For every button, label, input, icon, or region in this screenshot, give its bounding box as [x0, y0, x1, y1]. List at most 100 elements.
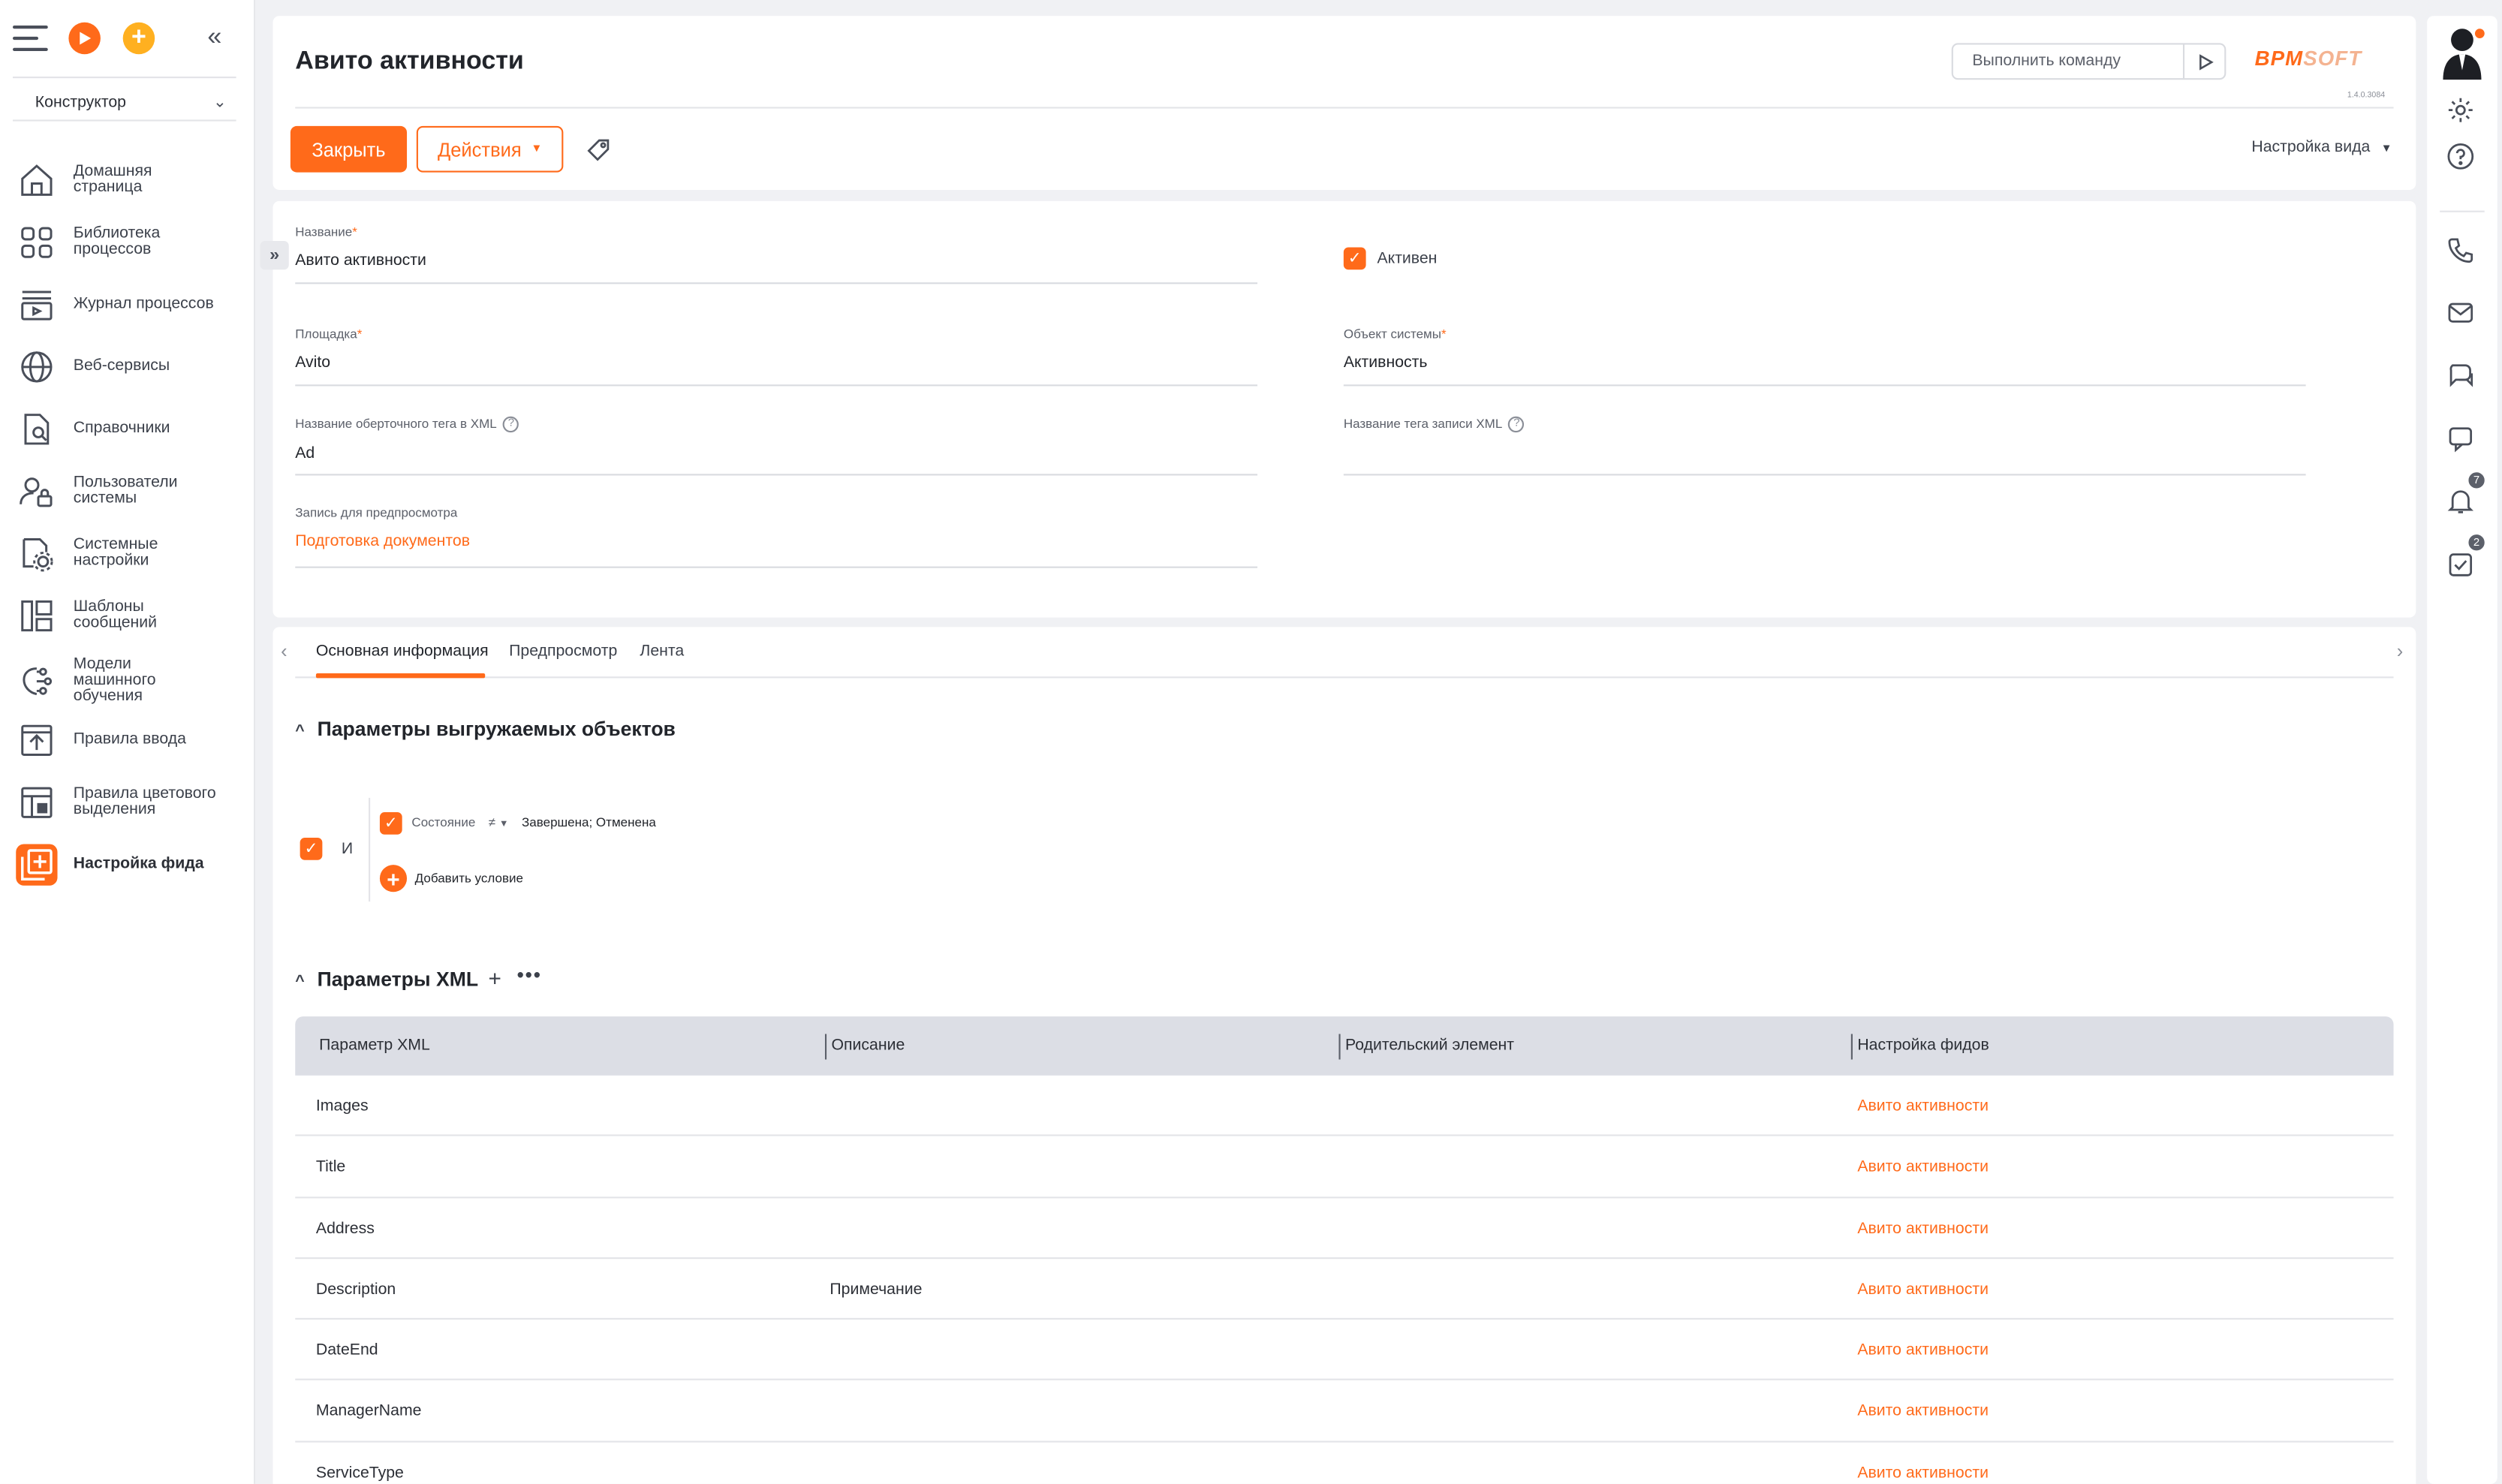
table-row[interactable]: Images Авито активности	[295, 1076, 2394, 1137]
tag-icon[interactable]	[586, 137, 611, 163]
sidebar-item-system-users[interactable]: Пользователи системы	[16, 471, 247, 512]
record-tag-field[interactable]: Название тега записи XML?	[1343, 416, 2306, 476]
sidebar-item-home[interactable]: Домашняя страница	[16, 160, 247, 201]
mail-icon[interactable]	[2446, 299, 2475, 327]
sidebar-item-color-rules[interactable]: Правила цветового выделения	[16, 782, 247, 823]
bpmsoft-logo: BPMSOFT	[2255, 47, 2362, 71]
column-separator[interactable]	[824, 1034, 827, 1060]
collapse-sidebar-icon[interactable]: «	[207, 24, 221, 53]
command-run-button[interactable]	[2182, 44, 2224, 79]
platform-label-text: Площадка	[295, 327, 357, 342]
object-label-text: Объект системы	[1343, 327, 1441, 342]
sidebar-item-process-library[interactable]: Библиотека процессов	[16, 221, 247, 263]
sidebar-item-web-services[interactable]: Веб-сервисы	[16, 346, 247, 387]
quick-add-button[interactable]: +	[122, 22, 155, 55]
expand-panel-icon[interactable]: »	[260, 240, 289, 270]
platform-field[interactable]: Площадка* Avito	[295, 327, 1258, 387]
help-icon[interactable]: ?	[1508, 416, 1525, 433]
phone-icon[interactable]	[2446, 236, 2475, 265]
help-icon[interactable]: ?	[503, 416, 519, 433]
tab-main-info[interactable]: Основная информация	[316, 643, 489, 661]
chat-icon[interactable]	[2446, 360, 2475, 389]
wrapper-tag-field[interactable]: Название оберточного тега в XML? Ad	[295, 416, 1258, 476]
command-input[interactable]: Выполнить команду	[1951, 43, 2227, 80]
right-toolbar-divider	[2440, 210, 2485, 212]
tab-feed[interactable]: Лента	[640, 643, 684, 661]
sidebar-item-input-rules[interactable]: Правила ввода	[16, 720, 247, 761]
cell-feed-link[interactable]: Авито активности	[1857, 1097, 1989, 1115]
sidebar-item-message-templates[interactable]: Шаблоны сообщений	[16, 595, 247, 637]
sidebar-item-process-log[interactable]: Журнал процессов	[16, 284, 247, 325]
run-process-button[interactable]	[68, 22, 101, 55]
page-title: Авито активности	[295, 47, 524, 75]
cell-feed-link[interactable]: Авито активности	[1857, 1464, 1989, 1482]
tab-scroll-left-icon[interactable]: ‹	[281, 640, 288, 662]
record-tag-label-text: Название тега записи XML	[1343, 417, 1503, 432]
table-row[interactable]: Address Авито активности	[295, 1198, 2394, 1259]
tab-preview[interactable]: Предпросмотр	[509, 643, 617, 661]
column-separator[interactable]	[1338, 1034, 1341, 1060]
table-row[interactable]: Description Примечание Авито активности	[295, 1259, 2394, 1320]
message-icon[interactable]	[2446, 424, 2475, 453]
close-button[interactable]: Закрыть	[290, 125, 408, 173]
cell-feed-link[interactable]: Авито активности	[1857, 1220, 1989, 1237]
add-condition-button[interactable]: + Добавить условие	[379, 865, 523, 893]
workplace-select[interactable]: Конструктор ⌄	[13, 86, 236, 122]
cell-feed-link[interactable]: Авито активности	[1857, 1159, 1989, 1176]
bell-icon[interactable]	[2446, 486, 2475, 515]
table-row[interactable]: ServiceType Авито активности	[295, 1442, 2393, 1484]
column-header-description[interactable]: Описание	[831, 1037, 905, 1055]
table-row[interactable]: DateEnd Авито активности	[295, 1320, 2394, 1381]
cell-feed-link[interactable]: Авито активности	[1857, 1342, 1989, 1359]
sidebar-item-lookups[interactable]: Справочники	[16, 408, 247, 450]
more-options-icon[interactable]: •••	[517, 964, 542, 986]
required-marker: *	[352, 224, 357, 239]
help-circle-icon[interactable]	[2446, 142, 2475, 170]
column-header-param[interactable]: Параметр XML	[319, 1037, 430, 1055]
actions-button[interactable]: Действия ▼	[416, 125, 564, 173]
plus-icon: +	[131, 23, 146, 52]
cell-feed-link[interactable]: Авито активности	[1857, 1404, 1989, 1421]
sidebar-item-label: Домашняя страница	[73, 162, 152, 197]
filter-condition[interactable]: Состояние ≠ ▼ Завершена; Отменена	[411, 815, 655, 829]
sidebar-item-label: Модели машинного обучения	[73, 655, 156, 706]
feed-settings-icon	[16, 844, 58, 886]
condition-operator[interactable]: ≠	[489, 815, 495, 829]
filter-group-checkbox[interactable]: ✓	[300, 837, 323, 860]
preview-record-field[interactable]: Запись для предпросмотра Подготовка доку…	[295, 506, 1258, 568]
condition-field[interactable]: Состояние	[411, 815, 475, 829]
tab-scroll-right-icon[interactable]: ›	[2397, 640, 2404, 662]
sidebar-item-system-settings[interactable]: Системные настройки	[16, 533, 247, 574]
lookups-icon	[16, 408, 57, 450]
add-xml-param-icon[interactable]: +	[488, 965, 501, 991]
cell-feed-link[interactable]: Авито активности	[1857, 1281, 1989, 1299]
condition-checkbox[interactable]: ✓	[379, 811, 402, 835]
preview-record-link[interactable]: Подготовка документов	[295, 533, 1257, 550]
column-header-parent[interactable]: Родительский элемент	[1345, 1037, 1514, 1055]
xml-params-section-header[interactable]: ^ Параметры XML	[295, 968, 478, 991]
workplace-select-value: Конструктор	[35, 94, 126, 112]
sidebar-item-label: Справочники	[73, 420, 170, 438]
tasks-badge: 2	[2467, 532, 2486, 552]
cell-param: ManagerName	[315, 1403, 422, 1421]
actions-button-label: Действия	[437, 137, 522, 161]
table-row[interactable]: ManagerName Авито активности	[295, 1381, 2394, 1443]
column-header-feed[interactable]: Настройка фидов	[1857, 1037, 1989, 1055]
export-params-section-header[interactable]: ^ Параметры выгружаемых объектов	[295, 718, 676, 741]
tasks-checkbox-icon[interactable]	[2446, 550, 2475, 579]
condition-value[interactable]: Завершена; Отменена	[522, 815, 656, 829]
sidebar-item-feed-settings[interactable]: Настройка фида	[16, 844, 247, 886]
view-settings-button[interactable]: Настройка вида ▼	[2251, 139, 2392, 156]
name-field[interactable]: Название* Авито активности	[295, 224, 1258, 284]
cell-param: Title	[315, 1158, 346, 1177]
gear-icon[interactable]	[2446, 96, 2475, 125]
active-checkbox[interactable]: ✓	[1343, 247, 1366, 270]
user-avatar[interactable]	[2440, 26, 2488, 80]
system-object-field[interactable]: Объект системы* Активность	[1343, 327, 2306, 387]
table-row[interactable]: Title Авито активности	[295, 1136, 2394, 1198]
sidebar-item-ml-models[interactable]: Модели машинного обучения	[16, 655, 247, 706]
process-log-icon	[16, 284, 57, 325]
menu-icon[interactable]	[13, 26, 48, 52]
column-separator[interactable]	[1850, 1034, 1853, 1060]
filter-group-operator[interactable]: И	[342, 841, 353, 858]
